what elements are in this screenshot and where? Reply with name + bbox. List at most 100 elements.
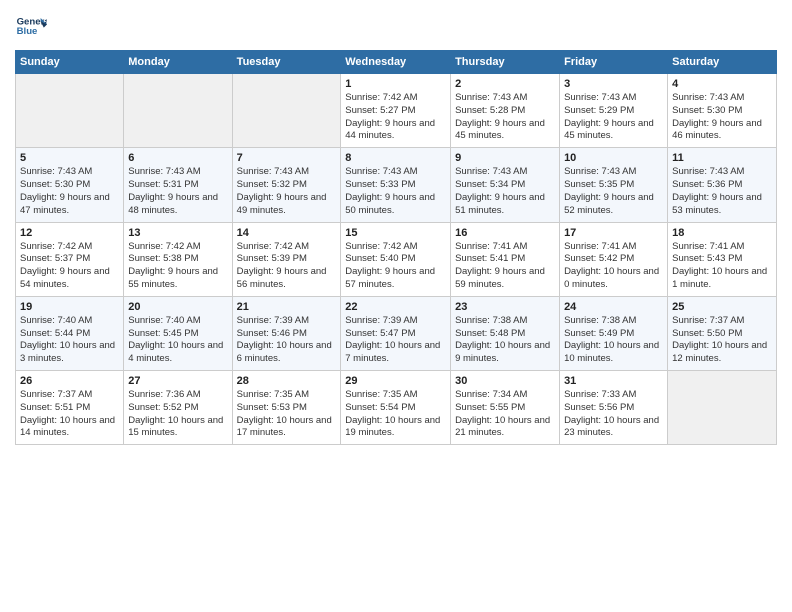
cell-details: Sunrise: 7:42 AM Sunset: 5:27 PM Dayligh… bbox=[345, 92, 446, 143]
cell-details: Sunrise: 7:43 AM Sunset: 5:30 PM Dayligh… bbox=[20, 166, 119, 217]
calendar-header: SundayMondayTuesdayWednesdayThursdayFrid… bbox=[16, 51, 777, 74]
calendar-cell: 18 Sunrise: 7:41 AM Sunset: 5:43 PM Dayli… bbox=[668, 222, 777, 296]
calendar-cell bbox=[668, 371, 777, 445]
day-number: 18 bbox=[672, 227, 772, 239]
calendar-cell: 1 Sunrise: 7:42 AM Sunset: 5:27 PM Daylig… bbox=[341, 74, 451, 148]
weekday-row: SundayMondayTuesdayWednesdayThursdayFrid… bbox=[16, 51, 777, 74]
day-number: 31 bbox=[564, 375, 663, 387]
cell-details: Sunrise: 7:37 AM Sunset: 5:51 PM Dayligh… bbox=[20, 389, 119, 440]
cell-details: Sunrise: 7:43 AM Sunset: 5:34 PM Dayligh… bbox=[455, 166, 555, 217]
calendar-cell bbox=[16, 74, 124, 148]
calendar-cell: 3 Sunrise: 7:43 AM Sunset: 5:29 PM Daylig… bbox=[560, 74, 668, 148]
cell-details: Sunrise: 7:40 AM Sunset: 5:44 PM Dayligh… bbox=[20, 315, 119, 366]
calendar-cell: 5 Sunrise: 7:43 AM Sunset: 5:30 PM Daylig… bbox=[16, 148, 124, 222]
calendar-week-row: 12Sunrise: 7:42 AM Sunset: 5:37 PM Dayli… bbox=[16, 222, 777, 296]
calendar-cell: 22 Sunrise: 7:39 AM Sunset: 5:47 PM Dayli… bbox=[341, 296, 451, 370]
cell-details: Sunrise: 7:35 AM Sunset: 5:53 PM Dayligh… bbox=[237, 389, 337, 440]
calendar-cell: 24 Sunrise: 7:38 AM Sunset: 5:49 PM Dayli… bbox=[560, 296, 668, 370]
calendar-cell: 4 Sunrise: 7:43 AM Sunset: 5:30 PM Daylig… bbox=[668, 74, 777, 148]
weekday-header: Wednesday bbox=[341, 51, 451, 74]
cell-details: Sunrise: 7:43 AM Sunset: 5:36 PM Dayligh… bbox=[672, 166, 772, 217]
cell-details: Sunrise: 7:42 AM Sunset: 5:39 PM Dayligh… bbox=[237, 241, 337, 292]
day-number: 27 bbox=[128, 375, 227, 387]
day-number: 30 bbox=[455, 375, 555, 387]
calendar-table: SundayMondayTuesdayWednesdayThursdayFrid… bbox=[15, 50, 777, 445]
day-number: 22 bbox=[345, 301, 446, 313]
day-number: 25 bbox=[672, 301, 772, 313]
weekday-header: Friday bbox=[560, 51, 668, 74]
day-number: 24 bbox=[564, 301, 663, 313]
cell-details: Sunrise: 7:36 AM Sunset: 5:52 PM Dayligh… bbox=[128, 389, 227, 440]
calendar-week-row: 26 Sunrise: 7:37 AM Sunset: 5:51 PM Dayli… bbox=[16, 371, 777, 445]
svg-text:Blue: Blue bbox=[17, 26, 38, 37]
cell-details: Sunrise: 7:39 AM Sunset: 5:46 PM Dayligh… bbox=[237, 315, 337, 366]
day-number: 6 bbox=[128, 152, 227, 164]
page-header: General Blue bbox=[15, 10, 777, 42]
calendar-cell: 14 Sunrise: 7:42 AM Sunset: 5:39 PM Dayli… bbox=[232, 222, 341, 296]
cell-details: Sunrise: 7:40 AM Sunset: 5:45 PM Dayligh… bbox=[128, 315, 227, 366]
cell-details: Sunrise: 7:38 AM Sunset: 5:49 PM Dayligh… bbox=[564, 315, 663, 366]
day-number: 5 bbox=[20, 152, 119, 164]
day-number: 11 bbox=[672, 152, 772, 164]
calendar-cell: 26 Sunrise: 7:37 AM Sunset: 5:51 PM Dayli… bbox=[16, 371, 124, 445]
day-number: 2 bbox=[455, 78, 555, 90]
calendar-cell: 20 Sunrise: 7:40 AM Sunset: 5:45 PM Dayli… bbox=[124, 296, 232, 370]
day-number: 3 bbox=[564, 78, 663, 90]
weekday-header: Monday bbox=[124, 51, 232, 74]
day-number: 13 bbox=[128, 227, 227, 239]
weekday-header: Tuesday bbox=[232, 51, 341, 74]
calendar-cell bbox=[232, 74, 341, 148]
day-number: 9 bbox=[455, 152, 555, 164]
cell-details: Sunrise: 7:43 AM Sunset: 5:28 PM Dayligh… bbox=[455, 92, 555, 143]
calendar-week-row: 1 Sunrise: 7:42 AM Sunset: 5:27 PM Daylig… bbox=[16, 74, 777, 148]
cell-details: Sunrise: 7:35 AM Sunset: 5:54 PM Dayligh… bbox=[345, 389, 446, 440]
calendar-cell: 6 Sunrise: 7:43 AM Sunset: 5:31 PM Daylig… bbox=[124, 148, 232, 222]
calendar-cell: 19Sunrise: 7:40 AM Sunset: 5:44 PM Dayli… bbox=[16, 296, 124, 370]
cell-details: Sunrise: 7:41 AM Sunset: 5:41 PM Dayligh… bbox=[455, 241, 555, 292]
cell-details: Sunrise: 7:38 AM Sunset: 5:48 PM Dayligh… bbox=[455, 315, 555, 366]
day-number: 1 bbox=[345, 78, 446, 90]
calendar-cell: 13Sunrise: 7:42 AM Sunset: 5:38 PM Dayli… bbox=[124, 222, 232, 296]
calendar-cell: 10Sunrise: 7:43 AM Sunset: 5:35 PM Dayli… bbox=[560, 148, 668, 222]
day-number: 20 bbox=[128, 301, 227, 313]
day-number: 21 bbox=[237, 301, 337, 313]
calendar-cell: 8 Sunrise: 7:43 AM Sunset: 5:33 PM Daylig… bbox=[341, 148, 451, 222]
calendar-week-row: 19Sunrise: 7:40 AM Sunset: 5:44 PM Dayli… bbox=[16, 296, 777, 370]
calendar-cell: 25 Sunrise: 7:37 AM Sunset: 5:50 PM Dayli… bbox=[668, 296, 777, 370]
day-number: 12 bbox=[20, 227, 119, 239]
cell-details: Sunrise: 7:33 AM Sunset: 5:56 PM Dayligh… bbox=[564, 389, 663, 440]
cell-details: Sunrise: 7:43 AM Sunset: 5:30 PM Dayligh… bbox=[672, 92, 772, 143]
cell-details: Sunrise: 7:43 AM Sunset: 5:29 PM Dayligh… bbox=[564, 92, 663, 143]
day-number: 4 bbox=[672, 78, 772, 90]
cell-details: Sunrise: 7:43 AM Sunset: 5:32 PM Dayligh… bbox=[237, 166, 337, 217]
calendar-week-row: 5 Sunrise: 7:43 AM Sunset: 5:30 PM Daylig… bbox=[16, 148, 777, 222]
day-number: 8 bbox=[345, 152, 446, 164]
cell-details: Sunrise: 7:34 AM Sunset: 5:55 PM Dayligh… bbox=[455, 389, 555, 440]
calendar-body: 1 Sunrise: 7:42 AM Sunset: 5:27 PM Daylig… bbox=[16, 74, 777, 445]
day-number: 10 bbox=[564, 152, 663, 164]
calendar-cell: 31 Sunrise: 7:33 AM Sunset: 5:56 PM Dayli… bbox=[560, 371, 668, 445]
day-number: 26 bbox=[20, 375, 119, 387]
cell-details: Sunrise: 7:43 AM Sunset: 5:31 PM Dayligh… bbox=[128, 166, 227, 217]
calendar-cell: 17Sunrise: 7:41 AM Sunset: 5:42 PM Dayli… bbox=[560, 222, 668, 296]
day-number: 29 bbox=[345, 375, 446, 387]
calendar-cell: 2 Sunrise: 7:43 AM Sunset: 5:28 PM Daylig… bbox=[451, 74, 560, 148]
calendar-cell bbox=[124, 74, 232, 148]
logo: General Blue bbox=[15, 10, 47, 42]
calendar-cell: 16Sunrise: 7:41 AM Sunset: 5:41 PM Dayli… bbox=[451, 222, 560, 296]
day-number: 23 bbox=[455, 301, 555, 313]
cell-details: Sunrise: 7:43 AM Sunset: 5:33 PM Dayligh… bbox=[345, 166, 446, 217]
calendar-cell: 7Sunrise: 7:43 AM Sunset: 5:32 PM Daylig… bbox=[232, 148, 341, 222]
day-number: 28 bbox=[237, 375, 337, 387]
cell-details: Sunrise: 7:39 AM Sunset: 5:47 PM Dayligh… bbox=[345, 315, 446, 366]
weekday-header: Saturday bbox=[668, 51, 777, 74]
cell-details: Sunrise: 7:37 AM Sunset: 5:50 PM Dayligh… bbox=[672, 315, 772, 366]
cell-details: Sunrise: 7:42 AM Sunset: 5:40 PM Dayligh… bbox=[345, 241, 446, 292]
cell-details: Sunrise: 7:41 AM Sunset: 5:43 PM Dayligh… bbox=[672, 241, 772, 292]
calendar-cell: 12Sunrise: 7:42 AM Sunset: 5:37 PM Dayli… bbox=[16, 222, 124, 296]
calendar-cell: 21 Sunrise: 7:39 AM Sunset: 5:46 PM Dayli… bbox=[232, 296, 341, 370]
weekday-header: Sunday bbox=[16, 51, 124, 74]
calendar-cell: 30 Sunrise: 7:34 AM Sunset: 5:55 PM Dayli… bbox=[451, 371, 560, 445]
day-number: 14 bbox=[237, 227, 337, 239]
day-number: 17 bbox=[564, 227, 663, 239]
